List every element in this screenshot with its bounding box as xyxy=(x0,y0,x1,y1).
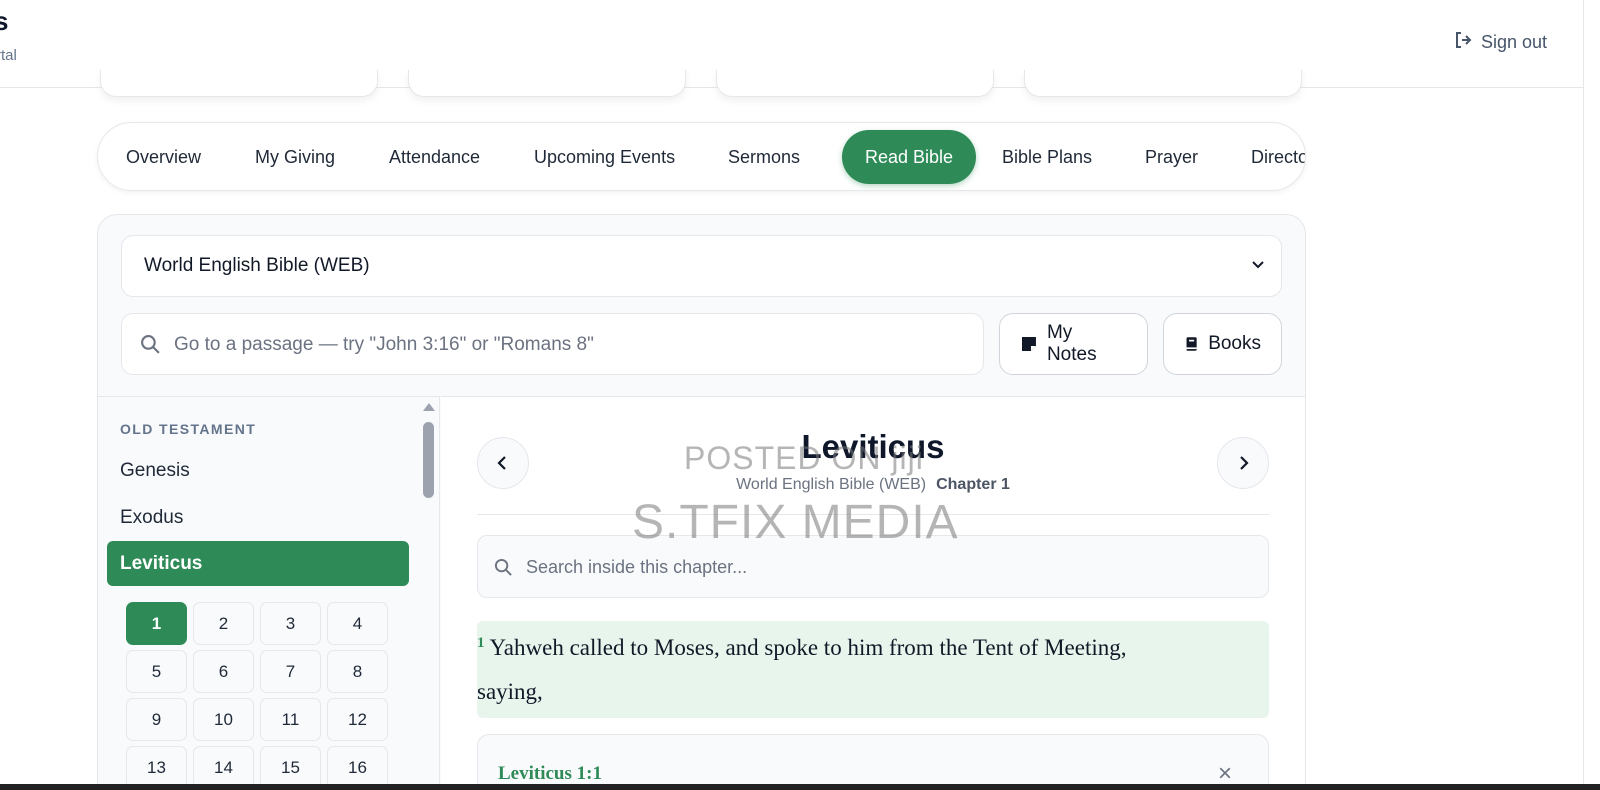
tab-read-bible[interactable]: Read Bible xyxy=(842,130,977,184)
chapter-button[interactable]: 6 xyxy=(193,650,254,693)
sign-out-label: Sign out xyxy=(1481,32,1548,52)
chapter-button[interactable]: 3 xyxy=(260,602,321,645)
tab-directory[interactable]: Directo xyxy=(1228,130,1305,184)
book-title: Leviticus xyxy=(801,428,945,465)
stat-card xyxy=(408,70,686,97)
verse-number: 1 xyxy=(477,635,485,651)
chapter-search xyxy=(477,535,1269,598)
chapter-button[interactable]: 10 xyxy=(193,698,254,741)
chapter-button[interactable]: 2 xyxy=(193,602,254,645)
tab-upcoming-events[interactable]: Upcoming Events xyxy=(511,130,698,184)
version-select-value: World English Bible (WEB) xyxy=(144,255,370,276)
brand-subtitle: rtal xyxy=(0,47,17,64)
previous-chapter-button[interactable] xyxy=(477,437,529,489)
chapter-button[interactable]: 13 xyxy=(126,746,187,789)
bottom-edge xyxy=(0,784,1600,790)
close-icon[interactable]: × xyxy=(1218,762,1232,786)
books-button[interactable]: Books xyxy=(1163,313,1282,375)
old-testament-heading: OLD TESTAMENT xyxy=(120,421,257,437)
search-icon xyxy=(141,335,160,354)
chapter-label: Chapter 1 xyxy=(936,476,1010,493)
portal-tabs: Overview My Giving Attendance Upcoming E… xyxy=(97,122,1306,191)
sidebar-scroll-thumb[interactable] xyxy=(423,422,434,498)
chapter-button[interactable]: 7 xyxy=(260,650,321,693)
tab-my-giving[interactable]: My Giving xyxy=(232,130,358,184)
chapter-button[interactable]: 5 xyxy=(126,650,187,693)
chapter-button[interactable]: 16 xyxy=(327,746,388,789)
verse-text: Yahweh called to Moses, and spoke to him… xyxy=(489,635,1127,660)
chevron-left-icon xyxy=(497,456,506,470)
tab-bible-plans[interactable]: Bible Plans xyxy=(979,130,1115,184)
book-icon xyxy=(1186,337,1197,351)
passage-search-input[interactable] xyxy=(174,326,964,364)
my-notes-button[interactable]: My Notes xyxy=(999,313,1148,375)
stat-card xyxy=(100,70,378,97)
stat-card xyxy=(716,70,994,97)
book-item-leviticus[interactable]: Leviticus xyxy=(107,541,409,586)
chapter-button[interactable]: 14 xyxy=(193,746,254,789)
stat-card xyxy=(1024,70,1302,97)
next-chapter-button[interactable] xyxy=(1217,437,1269,489)
brand-title: s xyxy=(0,6,9,36)
tab-sermons[interactable]: Sermons xyxy=(705,130,823,184)
tab-overview[interactable]: Overview xyxy=(103,130,224,184)
tab-prayer[interactable]: Prayer xyxy=(1122,130,1221,184)
scroll-up-arrow[interactable] xyxy=(423,403,435,411)
tab-attendance[interactable]: Attendance xyxy=(366,130,503,184)
reader-subtitle: World English Bible (WEB) Chapter 1 xyxy=(620,476,1126,494)
version-select[interactable]: World English Bible (WEB) xyxy=(121,235,1282,297)
chevron-down-icon xyxy=(1252,261,1264,269)
chapter-button[interactable]: 12 xyxy=(327,698,388,741)
chapter-button[interactable]: 11 xyxy=(260,698,321,741)
book-item-genesis[interactable]: Genesis xyxy=(120,460,190,482)
reader-version: World English Bible (WEB) xyxy=(736,476,927,493)
books-label: Books xyxy=(1208,333,1261,354)
chapter-button[interactable]: 1 xyxy=(126,602,187,645)
page-scrollbar[interactable] xyxy=(1583,0,1600,790)
chapter-button[interactable]: 9 xyxy=(126,698,187,741)
note-reference: Leviticus 1:1 xyxy=(498,763,602,784)
chevron-right-icon xyxy=(1240,456,1249,470)
my-notes-label: My Notes xyxy=(1046,322,1097,365)
sign-out-button[interactable]: Sign out xyxy=(1453,30,1547,55)
verse-text-continued: saying, xyxy=(477,679,543,704)
sign-out-icon xyxy=(1453,30,1473,55)
verse-1[interactable]: 1 Yahweh called to Moses, and spoke to hi… xyxy=(477,621,1269,718)
chapter-button[interactable]: 15 xyxy=(260,746,321,789)
divider xyxy=(477,514,1269,515)
chapter-button[interactable]: 4 xyxy=(327,602,388,645)
note-icon xyxy=(1021,337,1036,351)
passage-search xyxy=(121,313,984,375)
search-icon xyxy=(494,558,512,576)
book-item-exodus[interactable]: Exodus xyxy=(120,507,183,529)
chapter-button[interactable]: 8 xyxy=(327,650,388,693)
chapter-search-input[interactable] xyxy=(526,549,1246,585)
